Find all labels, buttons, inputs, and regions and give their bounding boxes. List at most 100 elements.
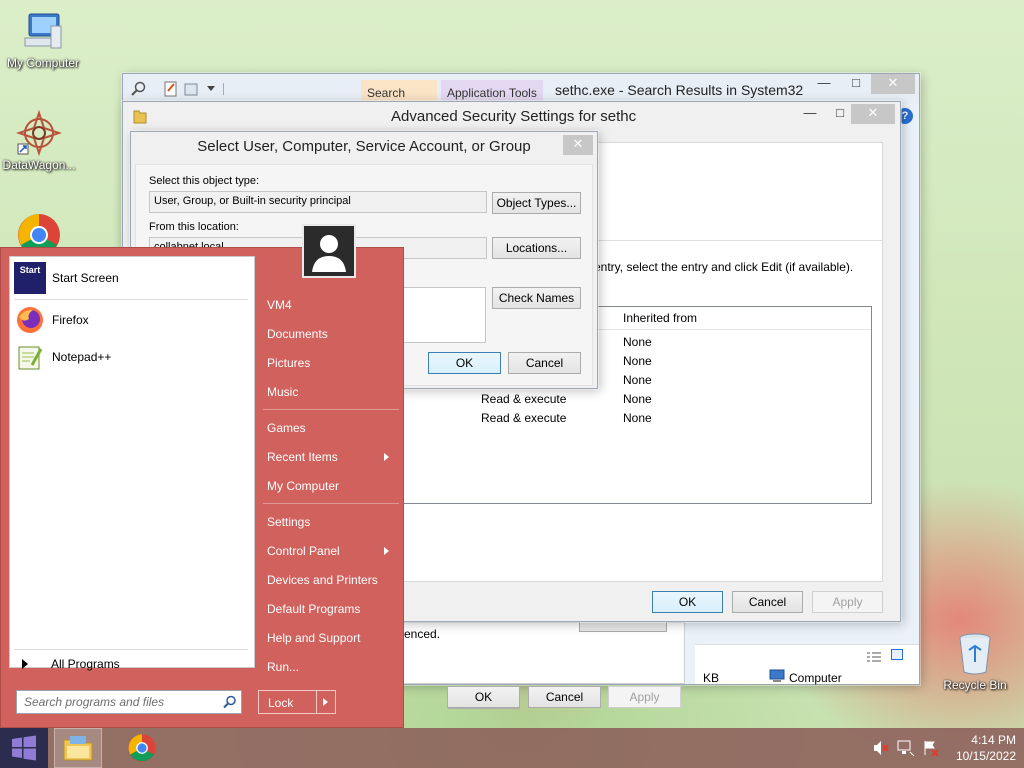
start-screen-icon: Start xyxy=(14,262,46,294)
explorer-titlebar: Search Tools Application Tools sethc.exe… xyxy=(123,74,919,114)
file-explorer-icon xyxy=(63,736,93,761)
right-link-games[interactable]: Games xyxy=(259,415,397,441)
chrome-icon xyxy=(128,734,156,762)
program-divider xyxy=(14,299,248,300)
properties-partial-text: enced. xyxy=(404,627,441,641)
search-icon[interactable] xyxy=(223,695,237,712)
row-inherited: None xyxy=(623,373,652,387)
right-link-recent-items[interactable]: Recent Items xyxy=(259,444,397,470)
row-access: Read & execute xyxy=(481,411,567,425)
right-link-default-programs[interactable]: Default Programs xyxy=(259,596,397,622)
view-thumbnails-icon[interactable] xyxy=(891,649,903,660)
datawagon-icon xyxy=(15,109,63,157)
submenu-arrow-icon xyxy=(384,547,389,555)
row-access: Read & execute xyxy=(481,392,567,406)
properties-icon[interactable] xyxy=(163,81,179,100)
desktop-icon-label: DataWagon... xyxy=(2,158,76,172)
program-firefox[interactable]: Firefox xyxy=(14,303,250,337)
adv-cancel-button[interactable]: Cancel xyxy=(732,591,803,613)
user-picture[interactable] xyxy=(302,224,356,278)
minimize-button[interactable]: — xyxy=(809,74,839,94)
firefox-icon xyxy=(14,304,46,336)
status-location-icon xyxy=(769,669,785,686)
desktop-icon-datawagon[interactable]: DataWagon... xyxy=(0,109,82,172)
program-start-screen[interactable]: Start Start Screen xyxy=(14,261,250,295)
desktop-icon-label: Recycle Bin xyxy=(943,678,1007,692)
right-link-settings[interactable]: Settings xyxy=(259,509,397,535)
maximize-button[interactable]: □ xyxy=(841,74,871,94)
right-link-music[interactable]: Music xyxy=(259,379,397,405)
lock-divider xyxy=(316,691,317,713)
clock[interactable]: 4:14 PM 10/15/2022 xyxy=(944,732,1016,764)
action-center-icon[interactable] xyxy=(922,740,940,759)
program-notepadpp[interactable]: Notepad++ xyxy=(14,340,250,374)
search-box[interactable]: Search programs and files xyxy=(16,690,242,714)
taskbar: 4:14 PM 10/15/2022 xyxy=(0,728,1024,768)
right-link-run[interactable]: Run... xyxy=(259,654,397,680)
lock-options-arrow-icon[interactable] xyxy=(323,698,328,706)
view-details-icon[interactable] xyxy=(867,651,881,665)
adv-ok-button[interactable]: OK xyxy=(652,591,723,613)
right-link-label: Control Panel xyxy=(267,544,340,558)
object-names-input[interactable] xyxy=(396,287,486,343)
taskbar-chrome-button[interactable] xyxy=(118,728,166,768)
locations-button[interactable]: Locations... xyxy=(492,237,581,259)
start-button[interactable] xyxy=(0,728,48,768)
clock-time: 4:14 PM xyxy=(971,733,1016,747)
user-avatar-icon xyxy=(312,235,346,272)
all-programs-button[interactable]: All Programs xyxy=(14,653,248,675)
program-label: Firefox xyxy=(52,313,89,327)
desktop-icon-label: My Computer xyxy=(6,56,80,70)
search-input[interactable]: Search programs and files xyxy=(24,695,164,709)
start-left-pane: Start Start Screen Firefox Notepad++ All… xyxy=(9,256,255,671)
qat-dropdown-icon[interactable] xyxy=(207,86,215,91)
desktop-icon-recycle-bin[interactable]: Recycle Bin xyxy=(932,630,1018,692)
row-inherited: None xyxy=(623,354,652,368)
adv-close-button[interactable]: ✕ xyxy=(851,104,895,124)
adv-title: Advanced Security Settings for sethc xyxy=(391,108,637,125)
close-button[interactable]: ✕ xyxy=(871,74,915,94)
properties-apply-button[interactable]: Apply xyxy=(608,686,681,708)
right-link-help-support[interactable]: Help and Support xyxy=(259,625,397,651)
select-user-ok-button[interactable]: OK xyxy=(428,352,501,374)
windows-logo-icon xyxy=(12,735,36,761)
right-link-pictures[interactable]: Pictures xyxy=(259,350,397,376)
taskbar-explorer-button[interactable] xyxy=(54,728,102,768)
start-tile-text: Start xyxy=(19,265,41,275)
volume-muted-icon[interactable] xyxy=(872,740,890,759)
right-link-devices-printers[interactable]: Devices and Printers xyxy=(259,567,397,593)
new-folder-icon[interactable] xyxy=(183,81,199,100)
right-separator xyxy=(263,503,399,504)
column-header-inherited[interactable]: Inherited from xyxy=(623,311,697,325)
select-user-cancel-button[interactable]: Cancel xyxy=(508,352,581,374)
status-size: KB xyxy=(703,671,720,685)
object-type-label: Select this object type: xyxy=(149,175,260,187)
program-label: Start Screen xyxy=(52,271,119,285)
lock-button[interactable]: Lock xyxy=(258,690,336,714)
check-names-button[interactable]: Check Names xyxy=(492,287,581,309)
right-link-documents[interactable]: Documents xyxy=(259,321,397,347)
computer-icon xyxy=(21,10,65,54)
desktop-icon-my-computer[interactable]: My Computer xyxy=(0,10,86,70)
row-inherited: None xyxy=(623,411,652,425)
row-inherited: None xyxy=(623,392,652,406)
search-icon[interactable] xyxy=(131,81,147,100)
row-inherited: None xyxy=(623,335,652,349)
properties-ok-button[interactable]: OK xyxy=(447,686,520,708)
right-link-vm4[interactable]: VM4 xyxy=(259,292,397,318)
select-user-close-button[interactable]: ✕ xyxy=(563,135,593,155)
network-icon[interactable] xyxy=(897,740,915,759)
location-label: From this location: xyxy=(149,221,239,233)
properties-cancel-button[interactable]: Cancel xyxy=(528,686,601,708)
all-programs-divider xyxy=(14,649,248,650)
lock-label: Lock xyxy=(268,696,294,710)
all-programs-label: All Programs xyxy=(51,657,120,671)
explorer-title: sethc.exe - Search Results in System32 xyxy=(555,82,804,98)
adv-apply-button[interactable]: Apply xyxy=(812,591,883,613)
right-link-my-computer[interactable]: My Computer xyxy=(259,473,397,499)
object-type-field: User, Group, or Built-in security princi… xyxy=(149,191,487,213)
program-label: Notepad++ xyxy=(52,350,112,364)
object-types-button[interactable]: Object Types... xyxy=(492,192,581,214)
right-link-control-panel[interactable]: Control Panel xyxy=(259,538,397,564)
adv-minimize-button[interactable]: — xyxy=(795,104,825,124)
